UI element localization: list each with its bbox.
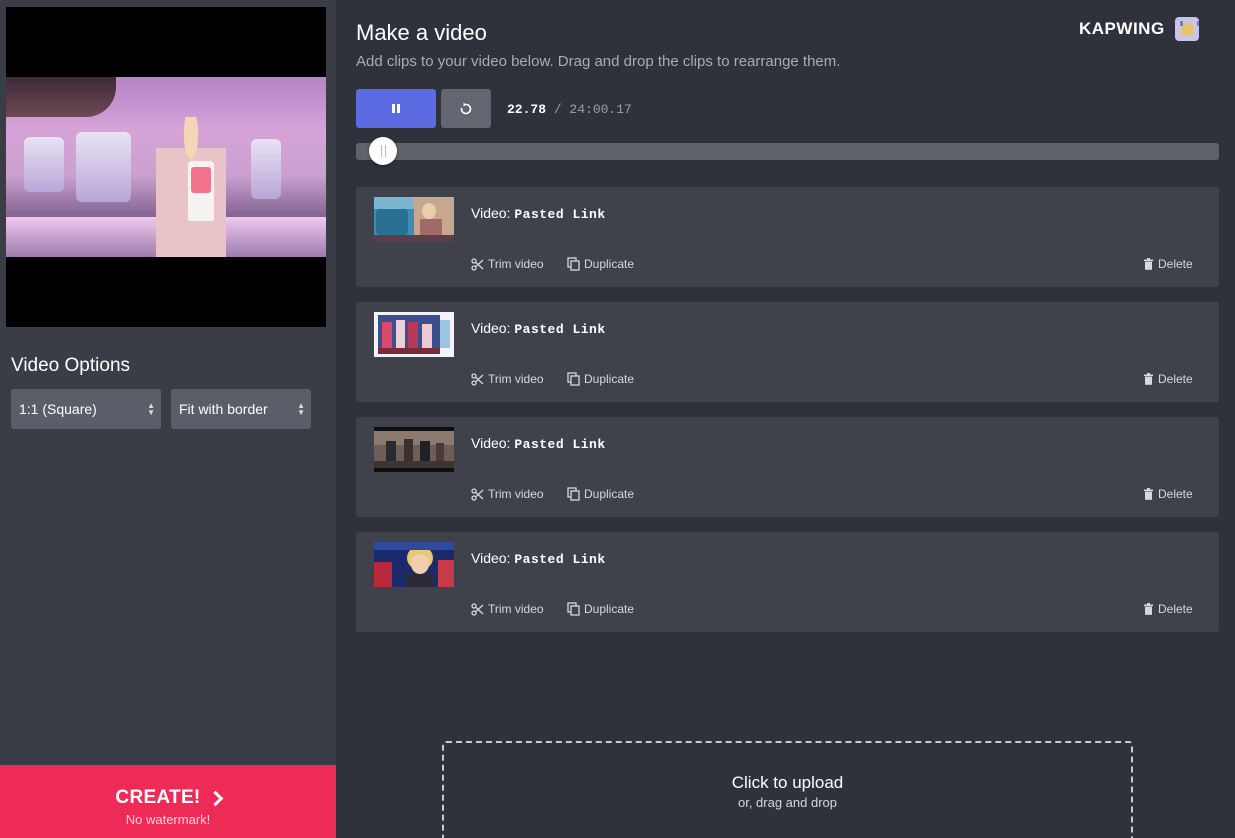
fit-mode-value: Fit with border [179,401,268,417]
copy-icon [567,257,580,271]
time-separator: / [546,102,570,117]
clip-thumbnail [374,312,454,357]
page-title: Make a video [356,20,487,45]
create-label: CREATE! [115,787,201,808]
clip-label: Video: Pasted Link [471,205,606,222]
copy-icon [567,372,580,386]
kapwing-logo-icon[interactable] [1175,17,1199,41]
upload-title: Click to upload [731,773,844,792]
clip-thumbnail [374,197,454,242]
page-subtitle: Add clips to your video below. Drag and … [356,53,841,70]
delete-button[interactable]: Delete [1143,257,1193,271]
copy-icon [567,487,580,501]
delete-button[interactable]: Delete [1143,487,1193,501]
clip-item[interactable]: Video: Pasted Link Trim video Duplicate … [356,187,1219,287]
clip-item[interactable]: Video: Pasted Link Trim video Duplicate … [356,302,1219,402]
fit-mode-select[interactable]: Fit with border ▲ ▼ [171,389,311,429]
preview-frame-image [6,77,326,257]
trim-video-button[interactable]: Trim video [471,602,544,616]
clip-source: Pasted Link [514,552,606,567]
scrubber-handle[interactable] [369,137,398,165]
scissors-icon [471,372,484,386]
clip-thumbnail [374,427,454,472]
video-options-title: Video Options [11,355,131,376]
restart-icon [460,102,472,114]
clip-item[interactable]: Video: Pasted Link Trim video Duplicate … [356,532,1219,632]
trash-icon [1144,488,1153,500]
pause-icon [392,104,400,113]
clip-item[interactable]: Video: Pasted Link Trim video Duplicate … [356,417,1219,517]
copy-icon [567,602,580,616]
aspect-ratio-select[interactable]: 1:1 (Square) ▲ ▼ [11,389,161,429]
clip-source: Pasted Link [514,207,606,222]
delete-button[interactable]: Delete [1143,372,1193,386]
scissors-icon [471,487,484,501]
duplicate-button[interactable]: Duplicate [567,602,634,616]
clip-label: Video: Pasted Link [471,435,606,452]
duplicate-button[interactable]: Duplicate [567,372,634,386]
create-button[interactable]: CREATE! No watermark! [0,765,336,838]
trash-icon [1144,373,1153,385]
upload-dropzone[interactable]: Click to upload or, drag and drop [442,741,1133,838]
select-arrows-icon: ▲ ▼ [297,401,305,417]
current-time: 22.78 [507,102,547,117]
brand-name[interactable]: KAPWING [1079,19,1165,39]
trash-icon [1144,603,1153,615]
trim-video-button[interactable]: Trim video [471,372,544,386]
pause-button[interactable] [356,89,436,128]
total-time: 24:00.17 [569,102,632,117]
aspect-ratio-value: 1:1 (Square) [19,401,97,417]
sidebar: Video Options 1:1 (Square) ▲ ▼ Fit with b… [0,0,336,838]
clip-thumbnail [374,542,454,587]
duplicate-button[interactable]: Duplicate [567,487,634,501]
scissors-icon [471,257,484,271]
restart-button[interactable] [441,89,491,128]
scissors-icon [471,602,484,616]
delete-button[interactable]: Delete [1143,602,1193,616]
trim-video-button[interactable]: Trim video [471,257,544,271]
duplicate-button[interactable]: Duplicate [567,257,634,271]
clip-source: Pasted Link [514,437,606,452]
trim-video-button[interactable]: Trim video [471,487,544,501]
video-preview[interactable] [6,7,326,327]
time-display: 22.78 / 24:00.17 [507,102,632,117]
trash-icon [1144,258,1153,270]
chevron-right-icon [207,790,223,806]
clip-source: Pasted Link [514,322,606,337]
clip-label: Video: Pasted Link [471,550,606,567]
clip-label: Video: Pasted Link [471,320,606,337]
select-arrows-icon: ▲ ▼ [147,401,155,417]
upload-subtitle: or, drag and drop [737,795,838,810]
timeline-scrubber[interactable] [356,137,1219,165]
create-sublabel: No watermark! [125,812,211,827]
